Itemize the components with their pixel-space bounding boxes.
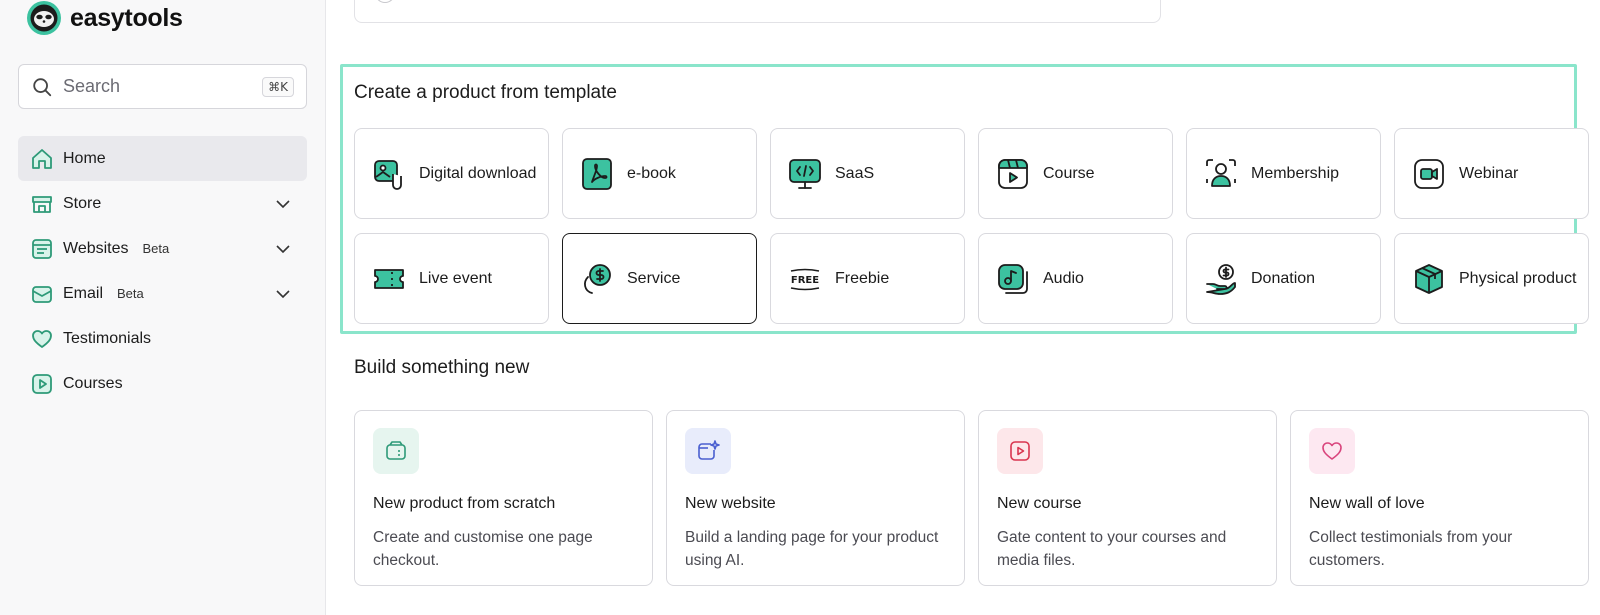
webinar-icon: [1414, 158, 1444, 189]
search-icon: [33, 77, 52, 96]
template-label: Live event: [419, 269, 492, 287]
digital-download-icon: [374, 159, 402, 190]
beta-badge: Beta: [117, 286, 144, 301]
template-label: Membership: [1251, 164, 1340, 182]
svg-text:FREE: FREE: [791, 275, 819, 286]
template-label: Physical product: [1459, 269, 1577, 287]
sidebar-item-label: Testimonials: [63, 329, 152, 347]
template-card-physical-product[interactable]: Physical product: [1394, 233, 1589, 324]
template-card-e-book[interactable]: e-book: [562, 128, 757, 219]
template-card-course[interactable]: Course: [978, 128, 1173, 219]
brand-name: easytools: [70, 3, 183, 32]
build-card-new-product[interactable]: New product from scratch Create and cust…: [354, 410, 653, 586]
audio-icon: [998, 263, 1028, 294]
template-grid: Digital download e-book SaaS Course Memb…: [354, 128, 1589, 324]
sidebar-item-label: Store: [63, 194, 102, 212]
sidebar-item-email[interactable]: Email Beta: [18, 271, 307, 316]
template-card-live-event[interactable]: Live event: [354, 233, 549, 324]
template-card-audio[interactable]: Audio: [978, 233, 1173, 324]
wallet-icon: [386, 441, 406, 460]
template-label: Service: [627, 269, 681, 287]
pdf-icon: [582, 157, 612, 190]
template-card-membership[interactable]: Membership: [1186, 128, 1381, 219]
template-label: SaaS: [835, 164, 875, 182]
template-card-freebie[interactable]: FREE Freebie: [770, 233, 965, 324]
build-card-new-website[interactable]: New website Build a landing page for you…: [666, 410, 965, 586]
video-icon: [1010, 441, 1030, 461]
build-card-title: New website: [685, 495, 776, 512]
search-shortcut-badge: ⌘K: [262, 76, 294, 97]
sidebar-item-label: Courses: [63, 374, 123, 392]
sidebar-item-label: Home: [63, 149, 106, 167]
sidebar-item-label: Email: [63, 284, 104, 302]
build-card-description: Create and customise one page checkout.: [373, 529, 593, 569]
sidebar-item-testimonials[interactable]: Testimonials: [18, 316, 307, 361]
sidebar: easytools Search ⌘K Home Store Websites: [0, 0, 326, 615]
build-card-new-wall-of-love[interactable]: New wall of love Collect testimonials fr…: [1290, 410, 1589, 586]
store-icon: [32, 195, 52, 213]
template-label: Donation: [1251, 269, 1316, 287]
build-card-title: New course: [997, 495, 1082, 512]
templates-section-title: Create a product from template: [354, 82, 617, 103]
build-section-title: Build something new: [354, 357, 530, 378]
sidebar-item-store[interactable]: Store: [18, 181, 307, 226]
template-label: e-book: [627, 164, 676, 182]
template-label: Freebie: [835, 269, 890, 287]
build-icon-box: [373, 428, 419, 474]
template-card-service[interactable]: Service: [562, 233, 757, 324]
template-card-webinar[interactable]: Webinar: [1394, 128, 1589, 219]
search-placeholder: Search: [63, 76, 121, 96]
sidebar-nav: Home Store Websites Beta Email Beta Test…: [18, 136, 307, 406]
home-icon: [32, 148, 52, 169]
build-icon-box: [997, 428, 1043, 474]
websites-icon: [32, 238, 52, 259]
build-card-description: Collect testimonials from your customers…: [1309, 529, 1513, 569]
email-icon: [32, 285, 52, 303]
main-content: Create a product from template Digital d…: [327, 0, 1600, 615]
sidebar-item-websites[interactable]: Websites Beta: [18, 226, 307, 271]
build-icon-box: [1309, 428, 1355, 474]
code-monitor-icon: [789, 158, 821, 189]
service-icon: [584, 263, 611, 294]
course-icon: [998, 158, 1028, 189]
template-card-digital-download[interactable]: Digital download: [354, 128, 549, 219]
radio-button[interactable]: [375, 0, 395, 3]
beta-badge: Beta: [142, 241, 170, 256]
build-card-title: New wall of love: [1309, 495, 1425, 512]
sidebar-item-label: Websites: [63, 239, 129, 257]
build-card-description: Build a landing page for your product us…: [685, 529, 939, 569]
chevron-down-icon[interactable]: [275, 241, 291, 257]
sidebar-item-home[interactable]: Home: [18, 136, 307, 181]
previous-option-card[interactable]: [354, 0, 1161, 23]
template-label: Course: [1043, 164, 1095, 182]
template-card-saas[interactable]: SaaS: [770, 128, 965, 219]
ticket-icon: [374, 268, 404, 289]
search-input[interactable]: Search ⌘K: [18, 64, 307, 109]
build-card-description: Gate content to your courses and media f…: [997, 529, 1227, 569]
donation-icon: [1206, 263, 1236, 295]
build-card-title: New product from scratch: [373, 495, 556, 512]
play-icon: [32, 373, 52, 394]
heart-icon: [32, 329, 52, 348]
template-label: Webinar: [1459, 164, 1519, 182]
brand[interactable]: easytools: [26, 0, 183, 36]
build-card-new-course[interactable]: New course Gate content to your courses …: [978, 410, 1277, 586]
free-icon: FREE: [790, 268, 819, 290]
template-label: Audio: [1043, 269, 1084, 287]
chevron-down-icon[interactable]: [275, 196, 291, 212]
sidebar-item-courses[interactable]: Courses: [18, 361, 307, 406]
membership-icon: [1206, 158, 1236, 187]
template-label: Digital download: [419, 164, 537, 182]
template-card-donation[interactable]: Donation: [1186, 233, 1381, 324]
sloth-logo-icon: [27, 1, 61, 35]
sparkle-window-icon: [698, 440, 720, 460]
heart-icon: [1322, 442, 1342, 460]
box-icon: [1415, 263, 1443, 294]
chevron-down-icon[interactable]: [275, 286, 291, 302]
build-grid: New product from scratch Create and cust…: [354, 410, 1589, 586]
build-icon-box: [685, 428, 731, 474]
